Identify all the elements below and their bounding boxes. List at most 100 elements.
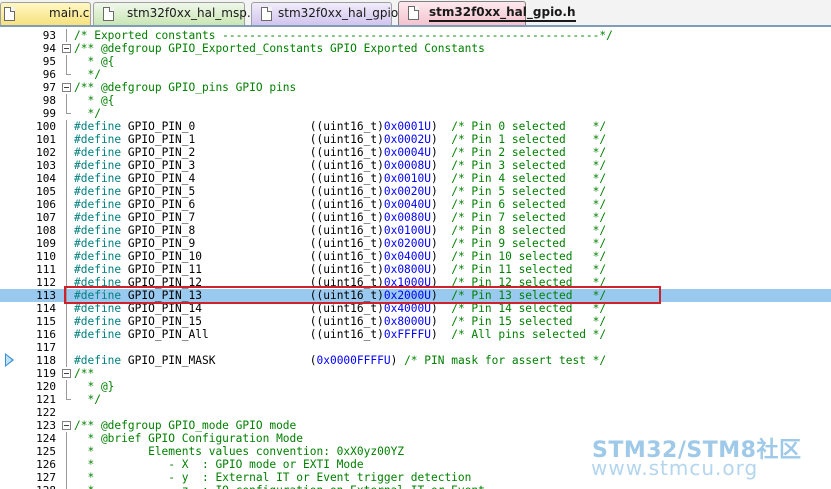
code-line[interactable]: 107 #define GPIO_PIN_7 ((uint16_t)0x0080U…: [0, 211, 831, 224]
code-line[interactable]: 96 */: [0, 68, 831, 81]
code-token: /* Pin 3 selected */: [451, 159, 607, 172]
code-token: #define: [74, 133, 122, 146]
code-line[interactable]: 109 #define GPIO_PIN_9 ((uint16_t)0x0200U…: [0, 237, 831, 250]
code-token: 0x0800U: [383, 263, 431, 276]
code-token: ): [431, 224, 452, 237]
code-token: * @{: [74, 94, 115, 107]
code-line[interactable]: 116 #define GPIO_PIN_All ((uint16_t)0xFFF…: [0, 328, 831, 341]
line-number: 105: [36, 185, 56, 198]
line-number: 94: [42, 42, 56, 55]
code-token: /* Pin 10 selected */: [451, 250, 607, 263]
code-text: #define GPIO_PIN_2 ((uint16_t)0x0004U) /…: [74, 146, 606, 159]
code-token: /* PIN mask for assert test */: [404, 354, 607, 367]
code-token: /* Pin 4 selected */: [451, 172, 607, 185]
code-token: /* Exported constants ------------------…: [74, 29, 613, 42]
line-number: 109: [36, 237, 56, 250]
code-line[interactable]: 128 * - z : IO configuration on External…: [0, 484, 831, 489]
fold-guide: [66, 250, 67, 263]
line-number: 99: [42, 107, 56, 120]
code-token: ): [431, 328, 452, 341]
code-token: /* Pin 9 selected */: [451, 237, 607, 250]
code-line[interactable]: 117: [0, 341, 831, 354]
code-text: * @brief GPIO Configuration Mode: [74, 432, 303, 445]
line-number: 126: [36, 458, 56, 471]
code-token: 0x0100U: [383, 224, 431, 237]
fold-guide: [66, 315, 67, 328]
fold-toggle-icon[interactable]: [62, 369, 71, 378]
code-line[interactable]: 115 #define GPIO_PIN_15 ((uint16_t)0x8000…: [0, 315, 831, 328]
code-line[interactable]: 102 #define GPIO_PIN_2 ((uint16_t)0x0004U…: [0, 146, 831, 159]
code-token: #define: [74, 120, 122, 133]
code-token: GPIO_PIN_3 ((uint16_t): [121, 159, 384, 172]
code-line[interactable]: 100 #define GPIO_PIN_0 ((uint16_t)0x0001U…: [0, 120, 831, 133]
fold-toggle-icon[interactable]: [62, 44, 71, 53]
code-text: #define GPIO_PIN_11 ((uint16_t)0x0800U) …: [74, 263, 606, 276]
fold-toggle-icon[interactable]: [62, 83, 71, 92]
code-line[interactable]: 98 * @{: [0, 94, 831, 107]
tab-stm32f0xx-hal-gpio-h[interactable]: stm32f0xx_hal_gpio.h: [398, 1, 576, 25]
bookmark-arrow-icon[interactable]: [5, 353, 14, 367]
code-line[interactable]: 108 #define GPIO_PIN_8 ((uint16_t)0x0100U…: [0, 224, 831, 237]
line-number: 110: [36, 250, 56, 263]
code-token: 0x0002U: [383, 133, 431, 146]
code-text: */: [74, 68, 100, 81]
code-line[interactable]: 97 /** @defgroup GPIO_pins GPIO pins: [0, 81, 831, 94]
fold-guide: [66, 432, 67, 445]
code-token: ): [431, 185, 452, 198]
tab-stm32f0xx-hal-gpio-c[interactable]: stm32f0xx_hal_gpio.c: [251, 2, 408, 25]
fold-guide: [66, 445, 67, 458]
line-number: 101: [36, 133, 56, 146]
code-line[interactable]: 104 #define GPIO_PIN_4 ((uint16_t)0x0010U…: [0, 172, 831, 185]
code-line[interactable]: 105 #define GPIO_PIN_5 ((uint16_t)0x0020U…: [0, 185, 831, 198]
code-line[interactable]: 95 * @{: [0, 55, 831, 68]
fold-guide: [66, 263, 67, 276]
code-line[interactable]: 123 /** @defgroup GPIO_mode GPIO mode: [0, 419, 831, 432]
line-number: 104: [36, 172, 56, 185]
code-token: ): [431, 250, 452, 263]
code-line[interactable]: 103 #define GPIO_PIN_3 ((uint16_t)0x0008U…: [0, 159, 831, 172]
code-line[interactable]: 122: [0, 406, 831, 419]
code-line[interactable]: 118 #define GPIO_PIN_MASK (0x0000FFFFU) /…: [0, 354, 831, 367]
line-number: 112: [36, 276, 56, 289]
fold-toggle-icon[interactable]: [62, 421, 71, 430]
tab-stm32f0xx-hal-msp-c[interactable]: stm32f0xx_hal_msp.c: [93, 2, 257, 25]
code-line[interactable]: 106 #define GPIO_PIN_6 ((uint16_t)0x0040U…: [0, 198, 831, 211]
line-number: 117: [36, 341, 56, 354]
code-token: GPIO_PIN_7 ((uint16_t): [121, 211, 384, 224]
code-editor[interactable]: 93 /* Exported constants ----------------…: [0, 29, 831, 489]
code-text: * Elements values convention: 0xX0yz00YZ: [74, 445, 404, 458]
file-icon: [261, 7, 272, 21]
code-line[interactable]: 110 #define GPIO_PIN_10 ((uint16_t)0x0400…: [0, 250, 831, 263]
code-line[interactable]: 99 */: [0, 107, 831, 120]
line-number: 103: [36, 159, 56, 172]
code-token: 0x0010U: [383, 172, 431, 185]
fold-guide: [66, 211, 67, 224]
code-line[interactable]: 111 #define GPIO_PIN_11 ((uint16_t)0x0800…: [0, 263, 831, 276]
code-text: #define GPIO_PIN_MASK (0x0000FFFFU) /* P…: [74, 354, 606, 367]
code-line[interactable]: 101 #define GPIO_PIN_1 ((uint16_t)0x0002U…: [0, 133, 831, 146]
code-line[interactable]: 93 /* Exported constants ----------------…: [0, 29, 831, 42]
code-text: /* Exported constants ------------------…: [74, 29, 613, 42]
code-token: GPIO_PIN_11 ((uint16_t): [121, 263, 384, 276]
code-text: * - z : IO configuration on External IT …: [74, 484, 484, 489]
code-line[interactable]: 121 */: [0, 393, 831, 406]
code-token: /* Pin 1 selected */: [451, 133, 607, 146]
code-token: /** @defgroup GPIO_mode GPIO mode: [74, 419, 297, 432]
fold-guide-end: [66, 399, 71, 400]
code-line[interactable]: 120 * @}: [0, 380, 831, 393]
fold-guide: [66, 55, 67, 68]
watermark-url: www.stmcu.org: [591, 456, 759, 480]
code-token: /**: [74, 367, 95, 380]
line-number: 124: [36, 432, 56, 445]
fold-guide: [66, 120, 67, 133]
code-token: /* Pin 8 selected */: [451, 224, 607, 237]
code-line[interactable]: 119 /**: [0, 367, 831, 380]
fold-guide: [66, 94, 67, 107]
annotation-highlight-box: [64, 286, 661, 304]
fold-guide: [66, 458, 67, 471]
code-token: */: [74, 393, 101, 406]
line-number: 115: [36, 315, 56, 328]
tab-main-c[interactable]: main.c: [0, 2, 91, 25]
code-line[interactable]: 94 /** @defgroup GPIO_Exported_Constants …: [0, 42, 831, 55]
code-token: GPIO_PIN_8 ((uint16_t): [121, 224, 384, 237]
